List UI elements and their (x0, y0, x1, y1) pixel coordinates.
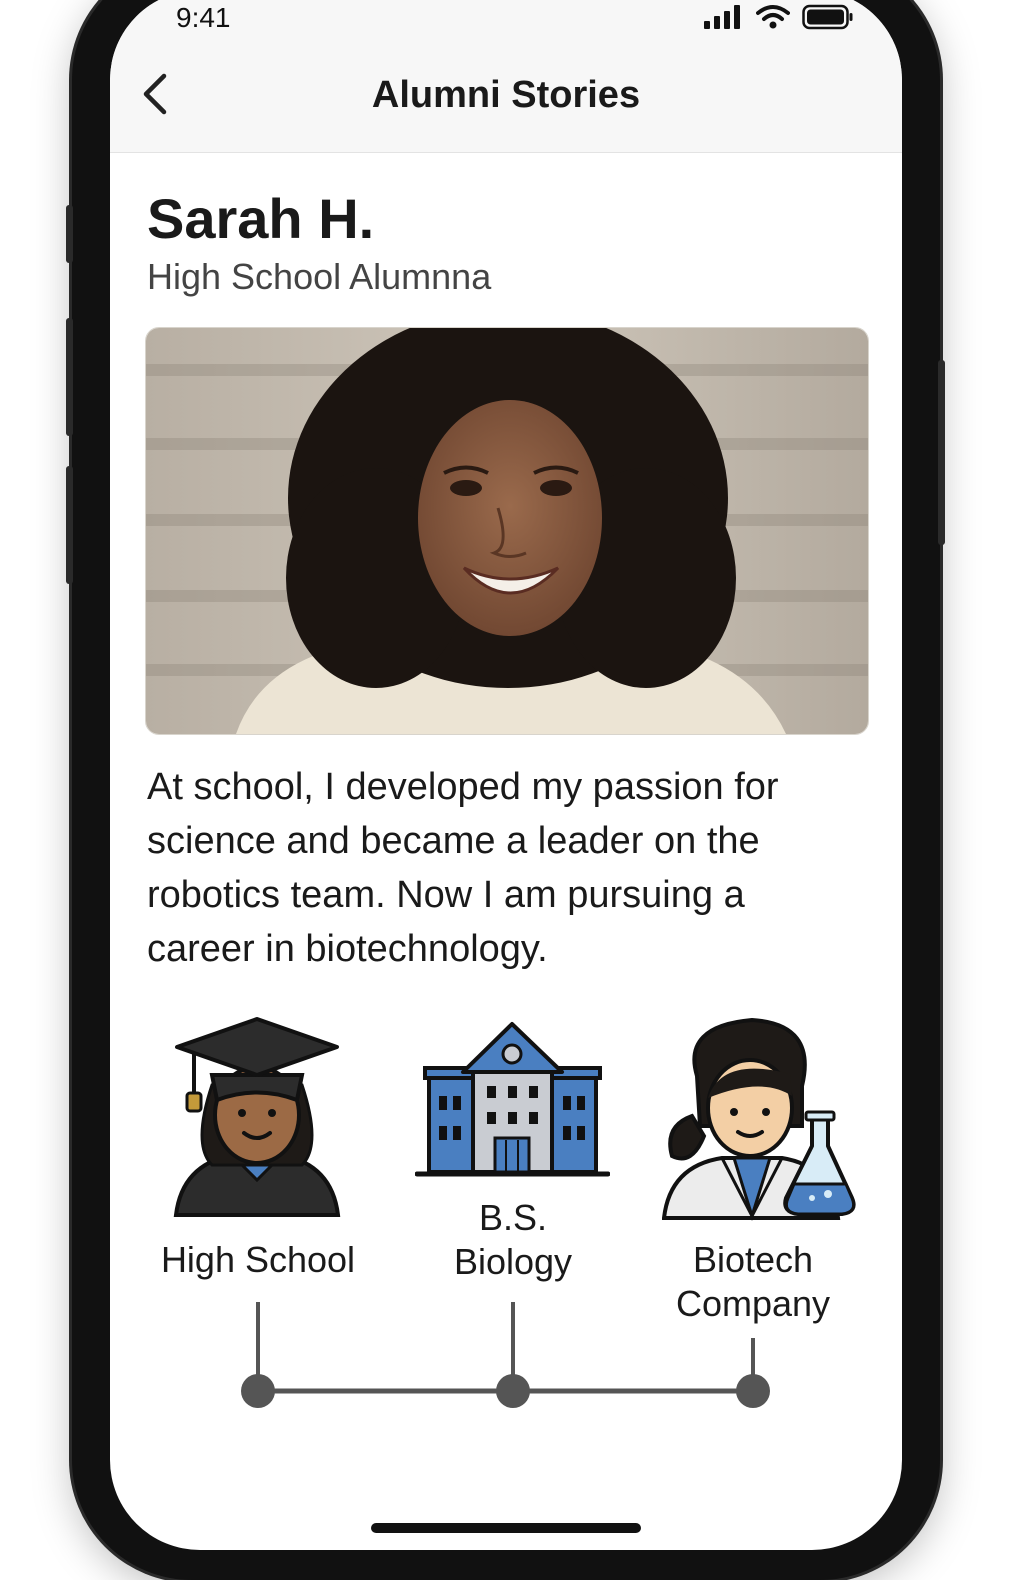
battery-icon (802, 4, 853, 30)
university-building-icon (414, 1018, 611, 1183)
story-text: At school, I developed my passion for sc… (147, 766, 779, 970)
volume-up-button (66, 318, 73, 436)
timeline-label-line: Biotech (692, 1239, 814, 1280)
page-title: Alumni Stories (371, 74, 641, 116)
status-bar: 9:41 (110, 0, 902, 46)
signal-icon (704, 5, 740, 29)
power-button (938, 360, 945, 545)
timeline-track (241, 1302, 770, 1408)
graduate-icon (172, 1015, 342, 1225)
timeline-label-line: B.S. (478, 1197, 548, 1238)
timeline-label-line: Biology (453, 1241, 573, 1282)
silent-switch (66, 205, 73, 263)
screen: 9:41 Alumni Stories Sarah H. High School… (110, 0, 902, 1550)
timeline-label-high-school: High School (148, 1238, 368, 1282)
timeline-label-line: High School (160, 1239, 356, 1280)
wifi-icon (756, 5, 790, 29)
timeline-node-1 (241, 1374, 275, 1408)
alumni-name: Sarah H. (147, 187, 375, 250)
nav-bar: Alumni Stories (110, 46, 902, 153)
timeline-node-3 (736, 1374, 770, 1408)
timeline-node-2 (496, 1374, 530, 1408)
home-indicator[interactable] (371, 1523, 641, 1533)
portrait-photo (145, 327, 869, 735)
status-time: 9:41 (176, 2, 231, 33)
alumni-role: High School Alumnna (147, 256, 492, 297)
volume-down-button (66, 466, 73, 584)
scientist-icon (661, 1016, 862, 1226)
status-icons (704, 4, 854, 30)
timeline-label-bs-biology: B.S. Biology (403, 1196, 623, 1284)
